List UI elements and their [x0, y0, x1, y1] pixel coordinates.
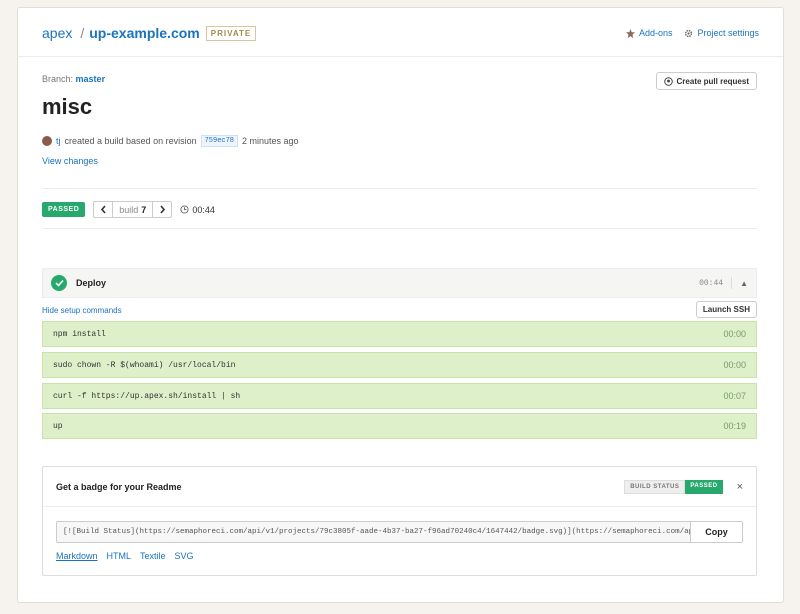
command-time: 00:19	[723, 421, 746, 431]
branch-label: Branch:	[42, 74, 74, 84]
project-settings-link[interactable]: Project settings	[684, 28, 759, 38]
command-row[interactable]: sudo chown -R $(whoami) /usr/local/bin 0…	[42, 352, 757, 378]
command-text: npm install	[53, 329, 106, 339]
command-row[interactable]: up 00:19	[42, 413, 757, 439]
view-changes-link[interactable]: View changes	[42, 156, 98, 166]
main-card: apex / up-example.com PRIVATE Add-ons Pr…	[17, 7, 784, 603]
badge-panel-title: Get a badge for your Readme	[56, 481, 182, 492]
org-link[interactable]: apex	[42, 25, 72, 41]
close-icon[interactable]: ×	[737, 481, 743, 493]
breadcrumb-separator: /	[80, 25, 85, 41]
build-status-row: PASSED build 7 00:44	[42, 201, 215, 218]
command-text: up	[53, 421, 63, 431]
status-badge: PASSED	[42, 202, 86, 217]
command-time: 00:00	[723, 360, 746, 370]
byline-text: created a build based on revision	[64, 136, 197, 146]
tab-textile[interactable]: Textile	[140, 551, 166, 561]
project-settings-label: Project settings	[697, 28, 759, 38]
gear-icon	[685, 29, 693, 37]
revision-link[interactable]: 759ec78	[200, 135, 238, 147]
command-text: curl -f https://up.apex.sh/install | sh	[53, 391, 241, 401]
build-byline: tj created a build based on revision 759…	[42, 135, 299, 147]
create-pull-request-button[interactable]: Create pull request	[655, 72, 757, 90]
user-link[interactable]: tj	[56, 136, 61, 146]
private-badge: PRIVATE	[205, 25, 257, 41]
previous-build-button[interactable]	[94, 202, 112, 217]
section-divider	[42, 188, 757, 189]
collapse-caret-icon[interactable]: ▲	[740, 279, 748, 288]
build-age: 2 minutes ago	[242, 136, 299, 146]
page-title: misc	[42, 94, 93, 119]
header-divider	[18, 56, 783, 57]
addons-label: Add-ons	[638, 28, 673, 38]
addons-icon	[625, 28, 635, 38]
badge-code-row: [![Build Status](https://semaphoreci.com…	[56, 521, 743, 543]
command-row[interactable]: npm install 00:00	[42, 321, 757, 347]
command-time: 00:07	[723, 391, 746, 401]
launch-ssh-button[interactable]: Launch SSH	[695, 301, 757, 318]
badge-format-tabs: Markdown HTML Textile SVG	[56, 551, 194, 561]
command-row[interactable]: curl -f https://up.apex.sh/install | sh …	[42, 383, 757, 409]
chevron-left-icon	[100, 205, 106, 214]
vertical-divider	[731, 277, 733, 289]
branch-name-link[interactable]: master	[76, 74, 106, 84]
tab-html[interactable]: HTML	[107, 551, 132, 561]
build-duration: 00:44	[180, 205, 215, 215]
section-divider	[42, 228, 757, 229]
command-text: sudo chown -R $(whoami) /usr/local/bin	[53, 360, 236, 370]
deploy-job-time: 00:44	[699, 278, 724, 288]
deploy-job-header[interactable]: Deploy 00:44 ▲	[42, 268, 757, 298]
badge-code-field[interactable]: [![Build Status](https://semaphoreci.com…	[57, 522, 690, 542]
build-duration-value: 00:44	[192, 204, 215, 215]
next-build-button[interactable]	[153, 202, 171, 217]
build-word: build	[119, 204, 139, 215]
breadcrumb: apex / up-example.com PRIVATE Add-ons Pr…	[42, 22, 759, 44]
readme-badge-panel: Get a badge for your Readme BUILD STATUS…	[42, 466, 757, 576]
build-status-shield: BUILD STATUS PASSED	[624, 479, 723, 494]
avatar[interactable]	[42, 136, 52, 146]
badge-panel-header: Get a badge for your Readme BUILD STATUS…	[43, 467, 756, 507]
deploy-job-name: Deploy	[76, 278, 107, 288]
build-navigator: build 7	[93, 201, 173, 218]
check-circle-icon	[51, 275, 67, 291]
header-actions: Add-ons Project settings	[625, 28, 759, 38]
branch-line: Branch: master	[42, 74, 105, 84]
shield-left-label: BUILD STATUS	[624, 479, 686, 494]
project-link[interactable]: up-example.com	[89, 25, 199, 41]
hide-setup-commands-link[interactable]: Hide setup commands	[42, 306, 122, 315]
github-icon	[663, 76, 673, 86]
addons-link[interactable]: Add-ons	[625, 28, 673, 38]
command-time: 00:00	[723, 329, 746, 339]
tab-markdown[interactable]: Markdown	[56, 551, 98, 561]
clock-icon	[180, 205, 189, 214]
chevron-right-icon	[160, 205, 165, 214]
tab-svg[interactable]: SVG	[175, 551, 194, 561]
copy-button[interactable]: Copy	[690, 522, 742, 542]
shield-right-label: PASSED	[685, 479, 723, 494]
create-pull-request-label: Create pull request	[676, 76, 749, 86]
build-number: build 7	[112, 202, 154, 217]
build-number-value: 7	[141, 204, 147, 215]
